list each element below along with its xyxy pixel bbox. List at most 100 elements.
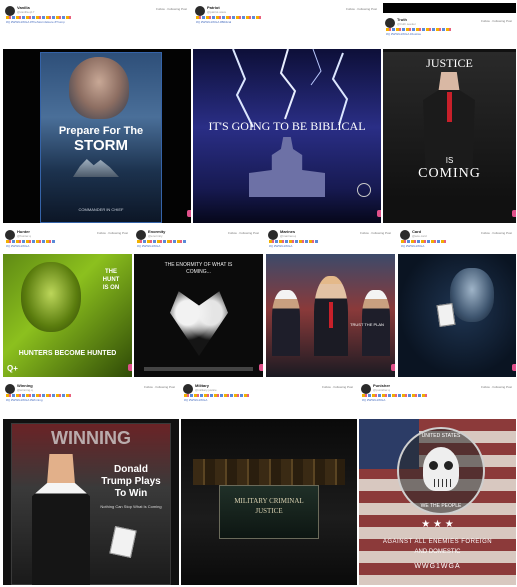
post-card[interactable]: Truth @truth.seeker Follow · Following P… bbox=[383, 3, 516, 223]
post-media[interactable]: WINNING Donald Trump Plays To Win Nothin… bbox=[3, 419, 179, 585]
seal-icon bbox=[357, 183, 371, 197]
hashtags[interactable]: #Q #WWG1WGA #Justice bbox=[386, 32, 421, 36]
card-image bbox=[109, 526, 137, 558]
avatar[interactable] bbox=[400, 230, 410, 240]
avatar[interactable] bbox=[195, 6, 205, 16]
skull-eye-right bbox=[444, 461, 453, 470]
post-card[interactable]: Patriot @patriot.wave Follow · Following… bbox=[193, 3, 381, 223]
author-handle: @winning.q bbox=[17, 388, 33, 392]
face-portrait bbox=[21, 262, 81, 332]
post-header: Military @military.justice Follow · Foll… bbox=[181, 381, 357, 402]
poster-title: THE ENORMITY OF WHAT IS COMING... bbox=[164, 262, 233, 275]
poster-title: WINNING bbox=[51, 428, 131, 448]
avatar[interactable] bbox=[5, 384, 15, 394]
follow-button[interactable]: Follow · Following Post bbox=[481, 385, 512, 389]
author-handle: @patriot.wave bbox=[207, 10, 227, 14]
feed-grid: { "posts": [ {"name":"Vanilla","handle":… bbox=[0, 0, 517, 587]
emoji-row bbox=[184, 394, 250, 397]
avatar[interactable] bbox=[5, 230, 15, 240]
post-media[interactable]: TRUST THE PLAN bbox=[266, 254, 395, 377]
hashtags[interactable]: #Q #WWG1WGA bbox=[6, 244, 29, 248]
follow-button[interactable]: Follow · Following Post bbox=[346, 7, 377, 11]
hashtags[interactable]: #Q #WWG1WGA bbox=[184, 398, 207, 402]
follow-button[interactable]: Follow · Following Post bbox=[481, 19, 512, 23]
post-header: Winning @winning.q Follow · Following Po… bbox=[3, 381, 179, 402]
author-handle: @vanilla.q17 bbox=[17, 10, 35, 14]
post-media[interactable]: UNITED STATES WE THE PEOPLE ★ ★ ★ AGAINS… bbox=[359, 419, 516, 585]
avatar[interactable] bbox=[136, 230, 146, 240]
post-media[interactable] bbox=[398, 254, 516, 377]
poster-footer: HUNTERS BECOME HUNTED bbox=[18, 350, 117, 357]
hashtags[interactable]: #Q #WWG1WGA #Biblical bbox=[196, 20, 231, 24]
post-card[interactable]: Hunter @hunter.q Follow · Following Post… bbox=[3, 227, 132, 377]
face-portrait bbox=[69, 57, 129, 119]
poster-title: Prepare For The bbox=[58, 125, 144, 137]
post-media[interactable]: MILITARY CRIMINAL JUSTICE bbox=[181, 419, 357, 585]
poster-subtitle: STORM bbox=[74, 137, 128, 154]
author-handle: @ace.card bbox=[412, 234, 427, 238]
post-card[interactable]: Punisher @punisher.q Follow · Following … bbox=[359, 381, 516, 585]
follow-button[interactable]: Follow · Following Post bbox=[97, 231, 128, 235]
reaction-icon[interactable] bbox=[377, 210, 381, 217]
post-header: Truth @truth.seeker Follow · Following P… bbox=[383, 15, 516, 36]
avatar[interactable] bbox=[361, 384, 371, 394]
post-card[interactable]: Military @military.justice Follow · Foll… bbox=[181, 381, 357, 585]
face-portrait bbox=[450, 268, 494, 322]
post-card[interactable]: Marines @marines.q Follow · Following Po… bbox=[266, 227, 395, 377]
post-header: Punisher @punisher.q Follow · Following … bbox=[359, 381, 516, 402]
hashtags[interactable]: #Q #WWG1WGA #TheStormIsHere #Trump bbox=[6, 20, 65, 24]
post-card[interactable]: Winning @winning.q Follow · Following Po… bbox=[3, 381, 179, 585]
post-card[interactable]: Vanilla @vanilla.q17 Follow · Following … bbox=[3, 3, 191, 223]
red-tie bbox=[329, 302, 333, 328]
hashtags[interactable]: #Q #WWG1WGA bbox=[362, 398, 385, 402]
reaction-icon[interactable] bbox=[259, 364, 263, 371]
emoji-row bbox=[6, 394, 72, 397]
poster-tagline: COMING bbox=[418, 166, 481, 181]
emoji-row bbox=[6, 16, 72, 19]
author-handle: @marines.q bbox=[280, 234, 297, 238]
post-media[interactable]: Prepare For The STORM COMMANDER IN CHIEF bbox=[3, 49, 191, 223]
avatar[interactable] bbox=[5, 6, 15, 16]
post-header: Card @ace.card Follow · Following Post #… bbox=[398, 227, 516, 248]
post-card[interactable]: Enormity @enormity Follow · Following Po… bbox=[134, 227, 263, 377]
poster-title: IT'S GOING TO BE BIBLICAL bbox=[208, 119, 366, 133]
hashtags[interactable]: #Q #WWG1WGA bbox=[137, 244, 160, 248]
reaction-icon[interactable] bbox=[512, 364, 516, 371]
poster-image: WINNING Donald Trump Plays To Win Nothin… bbox=[11, 423, 171, 585]
follow-button[interactable]: Follow · Following Post bbox=[144, 385, 175, 389]
author-handle: @enormity bbox=[148, 234, 163, 238]
post-media[interactable]: JUSTICE IS COMING bbox=[383, 49, 516, 223]
skull-eye-left bbox=[429, 461, 438, 470]
emoji-row bbox=[386, 28, 452, 31]
post-media[interactable]: IT'S GOING TO BE BIBLICAL bbox=[193, 49, 381, 223]
post-card[interactable]: Card @ace.card Follow · Following Post #… bbox=[398, 227, 516, 377]
poster-footer: WWG1WGA bbox=[414, 563, 461, 570]
hashtags[interactable]: #Q #WWG1WGA bbox=[401, 244, 424, 248]
follow-button[interactable]: Follow · Following Post bbox=[228, 231, 259, 235]
reaction-icon[interactable] bbox=[187, 210, 191, 217]
card-image bbox=[436, 302, 456, 328]
follow-button[interactable]: Follow · Following Post bbox=[322, 385, 353, 389]
poster-title: THE HUNT IS ON bbox=[102, 269, 120, 291]
post-media[interactable]: THE ENORMITY OF WHAT IS COMING... bbox=[134, 254, 263, 377]
hashtags[interactable]: #Q #WWG1WGA bbox=[269, 244, 292, 248]
emoji-row bbox=[269, 240, 319, 243]
reaction-icon[interactable] bbox=[391, 364, 395, 371]
reaction-icon[interactable] bbox=[512, 210, 516, 217]
follow-button[interactable]: Follow · Following Post bbox=[360, 231, 391, 235]
emoji-row bbox=[362, 394, 428, 397]
follow-button[interactable]: Follow · Following Post bbox=[156, 7, 187, 11]
post-header: Patriot @patriot.wave Follow · Following… bbox=[193, 3, 381, 24]
emblem-circle: UNITED STATES WE THE PEOPLE bbox=[397, 427, 485, 515]
emoji-row bbox=[196, 16, 262, 19]
reaction-icon[interactable] bbox=[128, 364, 132, 371]
avatar[interactable] bbox=[268, 230, 278, 240]
avatar[interactable] bbox=[385, 18, 395, 28]
poster-title: TRUST THE PLAN bbox=[350, 322, 384, 327]
follow-button[interactable]: Follow · Following Post bbox=[481, 231, 512, 235]
top-bar bbox=[383, 3, 516, 13]
avatar[interactable] bbox=[183, 384, 193, 394]
emoji-row bbox=[137, 240, 187, 243]
hashtags[interactable]: #Q #WWG1WGA #Winning bbox=[6, 398, 43, 402]
post-media[interactable]: THE HUNT IS ON HUNTERS BECOME HUNTED Q+ bbox=[3, 254, 132, 377]
